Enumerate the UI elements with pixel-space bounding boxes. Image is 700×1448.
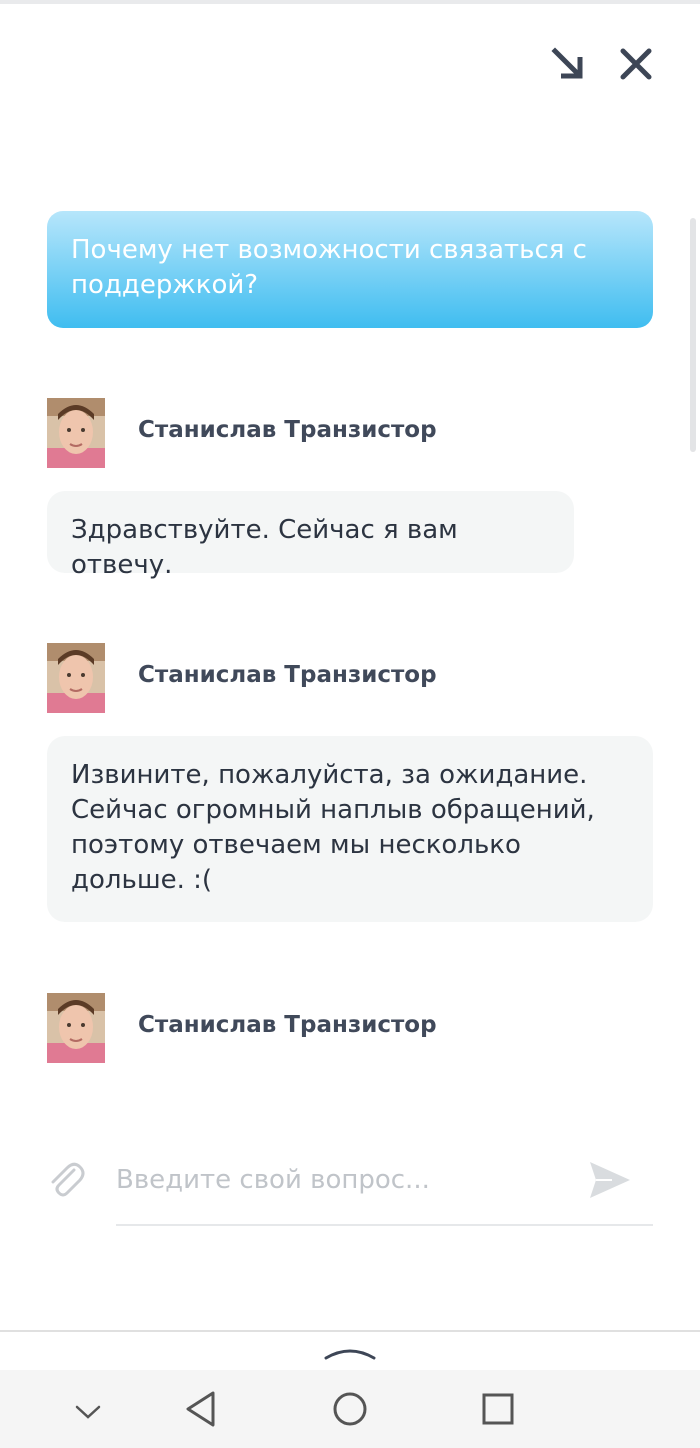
close-button[interactable]	[616, 44, 656, 84]
agent-message: Извините, пожалуйста, за ожидание. Сейча…	[47, 736, 653, 922]
system-navigation-bar	[0, 1332, 700, 1448]
agent-message-text: Извините, пожалуйста, за ожидание. Сейча…	[71, 760, 595, 895]
back-triangle-icon	[186, 1391, 215, 1427]
send-button[interactable]	[586, 1158, 632, 1202]
minimize-arrow-icon	[551, 47, 583, 79]
agent-header: Станислав Транзистор	[47, 993, 607, 1063]
agent-message: Здравствуйте. Сейчас я вам отвечу.	[47, 491, 574, 580]
avatar	[47, 993, 105, 1063]
chevron-up-icon	[324, 1349, 376, 1360]
nav-hide-button[interactable]	[66, 1390, 110, 1434]
user-message: Почему нет возможности связаться с подде…	[47, 211, 653, 328]
expand-button[interactable]	[320, 1338, 380, 1366]
scrollbar[interactable]	[690, 218, 696, 452]
avatar	[47, 398, 105, 468]
paperclip-icon	[51, 1162, 85, 1197]
input-underline	[116, 1224, 653, 1226]
home-circle-icon	[333, 1392, 367, 1426]
nav-home-button[interactable]	[328, 1387, 372, 1431]
agent-name: Станислав Транзистор	[138, 417, 437, 443]
nav-back-button[interactable]	[178, 1386, 222, 1432]
agent-name: Станислав Транзистор	[138, 1012, 437, 1038]
avatar	[47, 643, 105, 713]
nav-recents-button[interactable]	[476, 1387, 520, 1431]
user-message-text: Почему нет возможности связаться с подде…	[71, 235, 587, 300]
send-icon	[590, 1162, 630, 1198]
close-icon	[620, 48, 652, 80]
agent-header: Станислав Транзистор	[47, 398, 607, 468]
attach-button[interactable]	[46, 1160, 86, 1200]
chevron-down-icon	[75, 1405, 101, 1419]
question-input[interactable]	[116, 1160, 576, 1200]
minimize-button[interactable]	[548, 44, 588, 84]
agent-header: Станислав Транзистор	[47, 643, 607, 713]
top-border	[0, 0, 700, 4]
agent-message-text: Здравствуйте. Сейчас я вам отвечу.	[71, 515, 458, 580]
recents-square-icon	[482, 1393, 514, 1425]
agent-name: Станислав Транзистор	[138, 662, 437, 688]
